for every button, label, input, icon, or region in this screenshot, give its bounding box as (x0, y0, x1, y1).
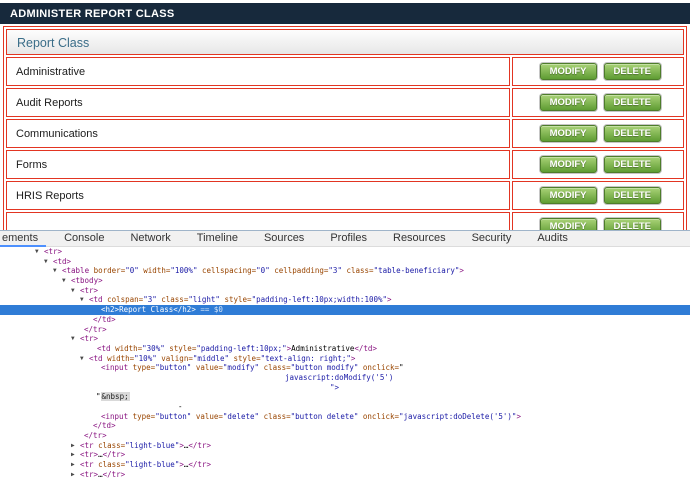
table-row: Forms MODIFY DELETE (6, 150, 684, 179)
delete-button[interactable]: DELETE (604, 156, 661, 173)
table-row: Administrative MODIFY DELETE (6, 57, 684, 86)
disclosure-arrow-open-icon[interactable]: ▼ (71, 286, 75, 296)
tree-node[interactable]: ▶<tr>…</tr> (0, 450, 690, 460)
console-reference-hint: == $0 (196, 305, 223, 314)
row-label: Forms (6, 150, 510, 179)
disclosure-arrow-open-icon[interactable]: ▼ (80, 295, 84, 305)
modify-button[interactable]: MODIFY (540, 63, 597, 80)
disclosure-arrow-open-icon[interactable]: ▼ (53, 266, 57, 276)
tree-node[interactable]: ▼<tr> (0, 286, 690, 296)
devtools-tab-security[interactable]: Security (472, 231, 512, 247)
tree-node[interactable]: ▼<td width="10%" valign="middle" style="… (0, 354, 690, 364)
devtools-tab-console[interactable]: Console (64, 231, 104, 247)
tree-node[interactable]: ▼<td colspan="3" class="light" style="pa… (0, 295, 690, 305)
devtools-tabbar: ements Console Network Timeline Sources Profi… (0, 231, 690, 247)
page-header: ADMINISTER REPORT CLASS (0, 3, 690, 24)
tree-node[interactable]: "&nbsp; (0, 392, 690, 402)
row-label: Administrative (6, 57, 510, 86)
report-table-rows: Administrative MODIFY DELETE Audit Repor… (6, 57, 684, 231)
tree-node[interactable]: "> (0, 383, 690, 393)
disclosure-arrow-closed-icon[interactable]: ▶ (71, 470, 75, 479)
report-class-table: Report Class Administrative MODIFY DELET… (3, 26, 687, 231)
table-row: Audit Reports MODIFY DELETE (6, 88, 684, 117)
row-actions: MODIFY DELETE (512, 181, 684, 210)
disclosure-arrow-closed-icon[interactable]: ▶ (71, 450, 75, 460)
disclosure-arrow-open-icon[interactable]: ▼ (80, 354, 84, 364)
row-actions: MODIFY DELETE (512, 88, 684, 117)
page-title: ADMINISTER REPORT CLASS (10, 8, 175, 20)
delete-button[interactable]: DELETE (604, 94, 661, 111)
section-title: Report Class (17, 36, 89, 50)
modify-button[interactable]: MODIFY (540, 125, 597, 142)
row-actions: MODIFY DELETE (512, 119, 684, 148)
devtools-tab-ements[interactable]: ements (2, 231, 38, 247)
table-section-header: Report Class (6, 29, 684, 55)
tree-node[interactable]: ▼<tr> (0, 247, 690, 257)
tree-node[interactable]: ▼<tbody> (0, 276, 690, 286)
row-label: Audit Reports (6, 88, 510, 117)
row-label (6, 212, 510, 231)
tree-node[interactable]: <td width="30%" style="padding-left:10px… (0, 344, 690, 354)
delete-button[interactable]: DELETE (604, 63, 661, 80)
tree-node[interactable]: </td> (0, 421, 690, 431)
tree-node[interactable]: </tr> (0, 325, 690, 335)
disclosure-arrow-closed-icon[interactable]: ▶ (71, 441, 75, 451)
disclosure-arrow-closed-icon[interactable]: ▶ (71, 460, 75, 470)
tree-node[interactable]: ▼<table border="0" width="100%" cellspac… (0, 266, 690, 276)
devtools-elements-tree: ▼<tr>▼<td>▼<table border="0" width="100%… (0, 247, 690, 479)
devtools-tab-network[interactable]: Network (130, 231, 170, 247)
tree-node[interactable]: ▶<tr class="light-blue">…</tr> (0, 460, 690, 470)
delete-button[interactable]: DELETE (604, 187, 661, 204)
table-row: Communications MODIFY DELETE (6, 119, 684, 148)
row-label: HRIS Reports (6, 181, 510, 210)
modify-button[interactable]: MODIFY (540, 187, 597, 204)
disclosure-arrow-open-icon[interactable]: ▼ (35, 247, 39, 257)
table-row: MODIFY DELETE (6, 212, 684, 231)
tree-node[interactable]: </tr> (0, 431, 690, 441)
devtools-tab-timeline[interactable]: Timeline (197, 231, 238, 247)
devtools-tab-sources[interactable]: Sources (264, 231, 304, 247)
tree-node-selected[interactable]: <h2>Report Class</h2> == $0 (0, 305, 690, 315)
tree-node[interactable]: ▼<tr> (0, 334, 690, 344)
disclosure-arrow-open-icon[interactable]: ▼ (44, 257, 48, 267)
devtools-tab-resources[interactable]: Resources (393, 231, 446, 247)
disclosure-arrow-open-icon[interactable]: ▼ (71, 334, 75, 344)
disclosure-arrow-open-icon[interactable]: ▼ (62, 276, 66, 286)
tree-node[interactable]: ▼<td> (0, 257, 690, 267)
row-label: Communications (6, 119, 510, 148)
modify-button[interactable]: MODIFY (540, 156, 597, 173)
tree-node[interactable]: javascript:doModify('5') (0, 373, 690, 383)
tree-node[interactable]: ▶<tr class="light-blue">…</tr> (0, 441, 690, 451)
tree-node[interactable]: <input type="button" value="delete" clas… (0, 412, 690, 422)
row-actions: MODIFY DELETE (512, 150, 684, 179)
tree-node[interactable]: - (0, 402, 690, 412)
devtools-tab-profiles[interactable]: Profiles (330, 231, 367, 247)
browser-viewport: ADMINISTER REPORT CLASS Report Class Adm… (0, 0, 690, 231)
tree-node[interactable]: </td> (0, 315, 690, 325)
tree-node[interactable]: ▶<tr>…</tr> (0, 470, 690, 479)
tree-node[interactable]: <input type="button" value="modify" clas… (0, 363, 690, 373)
delete-button[interactable]: DELETE (604, 125, 661, 142)
devtools-tab-audits[interactable]: Audits (537, 231, 568, 247)
row-actions: MODIFY DELETE (512, 57, 684, 86)
modify-button[interactable]: MODIFY (540, 94, 597, 111)
devtools-panel: ements Console Network Timeline Sources Profi… (0, 230, 690, 479)
row-actions: MODIFY DELETE (512, 212, 684, 231)
table-row: HRIS Reports MODIFY DELETE (6, 181, 684, 210)
